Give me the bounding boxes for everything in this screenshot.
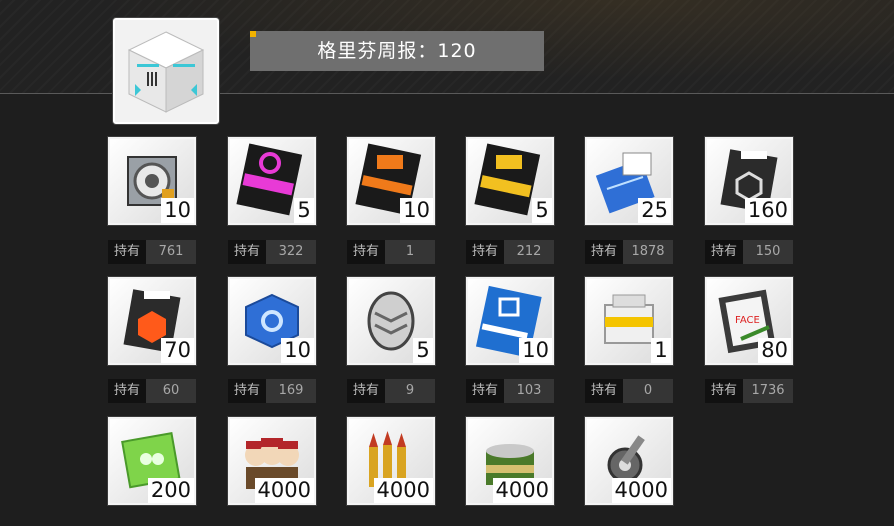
reward-item[interactable]: 200 bbox=[108, 417, 196, 505]
reward-item[interactable]: 70 bbox=[108, 277, 196, 365]
reward-item[interactable]: 1 bbox=[585, 277, 673, 365]
owned-label: 持有 bbox=[228, 240, 266, 264]
reward-item[interactable]: 5 bbox=[347, 277, 435, 365]
owned-label: 持有 bbox=[585, 379, 623, 403]
reward-item[interactable]: 10 bbox=[347, 137, 435, 225]
reward-item[interactable]: 5 bbox=[228, 137, 316, 225]
owned-count: 持有 60 bbox=[108, 379, 196, 403]
owned-value: 150 bbox=[755, 244, 781, 259]
item-quantity: 4000 bbox=[254, 478, 314, 503]
owned-value: 761 bbox=[158, 244, 184, 259]
item-quantity: 1 bbox=[651, 338, 671, 363]
owned-value: 212 bbox=[516, 244, 542, 259]
owned-count: 持有 9 bbox=[347, 379, 435, 403]
item-quantity: 4000 bbox=[492, 478, 552, 503]
item-quantity: 4000 bbox=[373, 478, 433, 503]
owned-count: 持有 0 bbox=[585, 379, 673, 403]
item-quantity: 10 bbox=[161, 198, 194, 223]
owned-label: 持有 bbox=[466, 379, 504, 403]
owned-value: 1736 bbox=[751, 383, 785, 398]
item-quantity: 160 bbox=[744, 198, 791, 223]
weekly-report-title: 格里芬周报：120 bbox=[250, 31, 544, 71]
owned-label: 持有 bbox=[347, 240, 385, 264]
owned-value: 1 bbox=[405, 244, 415, 259]
owned-label: 持有 bbox=[108, 379, 146, 403]
item-quantity: 10 bbox=[400, 198, 433, 223]
owned-value: 60 bbox=[162, 383, 180, 398]
owned-value: 9 bbox=[405, 383, 415, 398]
owned-count: 持有 169 bbox=[228, 379, 316, 403]
owned-value: 169 bbox=[278, 383, 304, 398]
reward-item[interactable]: 10 bbox=[228, 277, 316, 365]
reward-item[interactable]: 25 bbox=[585, 137, 673, 225]
item-quantity: 10 bbox=[281, 338, 314, 363]
item-quantity: 4000 bbox=[611, 478, 671, 503]
item-quantity: 200 bbox=[147, 478, 194, 503]
reward-item[interactable]: FACE 80 bbox=[705, 277, 793, 365]
owned-count: 持有 761 bbox=[108, 240, 196, 264]
reward-item[interactable]: 4000 bbox=[466, 417, 554, 505]
owned-label: 持有 bbox=[705, 240, 743, 264]
reward-item[interactable]: 4000 bbox=[347, 417, 435, 505]
owned-label: 持有 bbox=[585, 240, 623, 264]
item-quantity: 5 bbox=[294, 198, 314, 223]
owned-label: 持有 bbox=[347, 379, 385, 403]
title-accent-mark bbox=[250, 31, 256, 37]
owned-count: 持有 150 bbox=[705, 240, 793, 264]
owned-count: 持有 103 bbox=[466, 379, 554, 403]
svg-text:FACE: FACE bbox=[735, 315, 760, 326]
owned-label: 持有 bbox=[108, 240, 146, 264]
item-quantity: 25 bbox=[638, 198, 671, 223]
item-quantity: 5 bbox=[413, 338, 433, 363]
owned-label: 持有 bbox=[466, 240, 504, 264]
owned-value: 103 bbox=[516, 383, 542, 398]
reward-item[interactable]: 4000 bbox=[585, 417, 673, 505]
reward-item[interactable]: 5 bbox=[466, 137, 554, 225]
item-quantity: 10 bbox=[519, 338, 552, 363]
reward-item[interactable]: 10 bbox=[108, 137, 196, 225]
weekly-pack-box-icon bbox=[113, 18, 219, 124]
owned-value: 322 bbox=[278, 244, 304, 259]
reward-item[interactable]: 4000 bbox=[228, 417, 316, 505]
item-quantity: 5 bbox=[532, 198, 552, 223]
owned-count: 持有 1736 bbox=[705, 379, 793, 403]
owned-count: 持有 212 bbox=[466, 240, 554, 264]
owned-value: 1878 bbox=[631, 244, 665, 259]
owned-value: 0 bbox=[643, 383, 653, 398]
owned-count: 持有 1 bbox=[347, 240, 435, 264]
item-quantity: 70 bbox=[161, 338, 194, 363]
owned-count: 持有 322 bbox=[228, 240, 316, 264]
owned-count: 持有 1878 bbox=[585, 240, 673, 264]
reward-item[interactable]: 10 bbox=[466, 277, 554, 365]
owned-label: 持有 bbox=[705, 379, 743, 403]
owned-label: 持有 bbox=[228, 379, 266, 403]
reward-item[interactable]: 160 bbox=[705, 137, 793, 225]
item-quantity: 80 bbox=[758, 338, 791, 363]
